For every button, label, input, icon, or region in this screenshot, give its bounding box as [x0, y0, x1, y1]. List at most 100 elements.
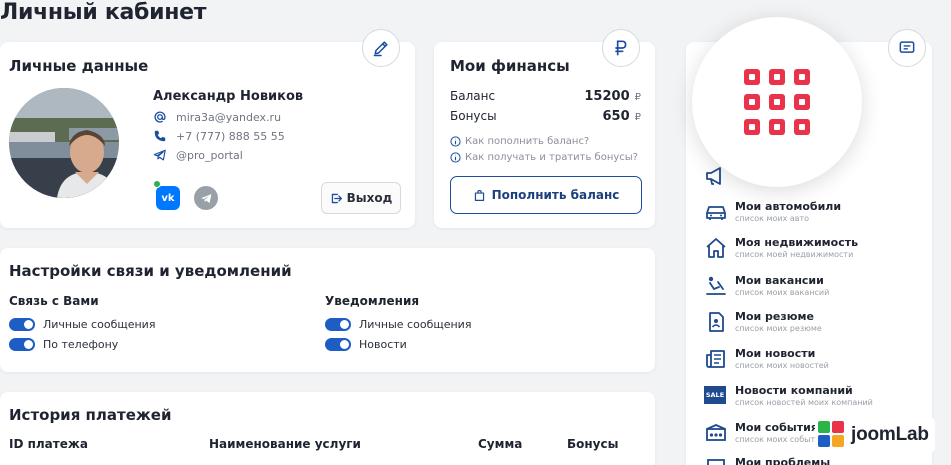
brand-watermark: joomLab: [815, 418, 935, 452]
toggle-contact-messages[interactable]: Личные сообщения: [9, 318, 155, 331]
bag-icon: [474, 189, 484, 201]
phone-text[interactable]: +7 (777) 888 55 55: [176, 130, 285, 143]
at-icon: [154, 111, 166, 123]
logout-button[interactable]: Выход: [321, 182, 401, 214]
menu-item-title: Мои проблемы: [735, 456, 831, 465]
worker-icon: [706, 276, 726, 295]
menu-item-news[interactable]: Мои новости список моих новостей: [704, 347, 829, 371]
menu-item-subtitle: список моих новостей: [735, 361, 829, 370]
contact-column-title: Связь с Вами: [9, 294, 99, 308]
menu-item-vacancies[interactable]: Мои вакансии список моих вакансий: [704, 274, 829, 298]
currency-sign: ₽: [634, 112, 641, 123]
finance-card: Мои финансы Баланс 15200 ₽ Бонусы 650 ₽ Ка…: [434, 29, 655, 228]
problem-icon: [707, 459, 725, 465]
page-title: Личный кабинет: [0, 0, 207, 25]
bonus-value: 650: [602, 109, 630, 124]
pen-icon: [373, 41, 388, 57]
topup-balance-button[interactable]: Пополнить баланс: [450, 176, 642, 214]
menu-item-events[interactable]: Мои события список моих событий: [704, 421, 826, 445]
balance-value: 15200: [584, 89, 630, 104]
notify-column-title: Уведомления: [325, 294, 420, 308]
apps-grid-icon: [744, 69, 810, 135]
payments-history-card: История платежей ID платежа Наименование…: [0, 392, 655, 465]
menu-item-problems[interactable]: Мои проблемы: [704, 456, 830, 465]
edit-profile-button[interactable]: [362, 29, 400, 67]
bonus-help-link[interactable]: Как получать и тратить бонусы?: [450, 152, 638, 163]
menu-item-realty[interactable]: Моя недвижимость список моей недвижимости: [704, 236, 858, 260]
menu-item-subtitle: список моих вакансий: [735, 288, 830, 297]
bonus-label: Бонусы: [450, 109, 497, 123]
finance-title: Мои финансы: [450, 57, 570, 75]
notification-settings-card: Настройки связи и уведомлений Связь с Ва…: [0, 248, 655, 372]
menu-item-subtitle: список моих событий: [735, 435, 826, 444]
menu-item-title: Мои автомобили: [735, 200, 842, 213]
menu-notes-button[interactable]: [888, 29, 926, 67]
menu-item-subtitle: список новостей моих компаний: [735, 398, 873, 407]
topup-help-link[interactable]: Как пополнить баланс?: [450, 136, 589, 147]
phone-icon: [154, 130, 166, 142]
apps-grid-highlight[interactable]: [692, 17, 862, 187]
column-header-bonus[interactable]: Бонусы: [567, 437, 618, 451]
balance-label: Баланс: [450, 89, 496, 103]
column-header-id[interactable]: ID платежа: [9, 437, 88, 451]
telegram-row: @pro_portal: [153, 148, 243, 162]
joomlab-logo-icon: [818, 421, 846, 449]
toggle-notify-news[interactable]: Новости: [325, 338, 407, 351]
bonus-help-text: Как получать и тратить бонусы?: [465, 152, 638, 163]
menu-item-title: Мои вакансии: [735, 274, 824, 287]
toggle-switch[interactable]: [9, 338, 35, 351]
toggle-switch[interactable]: [325, 338, 351, 351]
user-name: Александр Новиков: [153, 89, 304, 104]
menu-item-resumes[interactable]: Мои резюме список моих резюме: [704, 310, 822, 334]
notification-settings-title: Настройки связи и уведомлений: [9, 262, 292, 280]
menu-item-subtitle: список моих авто: [735, 214, 810, 223]
message-icon: [899, 41, 915, 53]
logout-label: Выход: [346, 191, 393, 205]
menu-item-title: Мои резюме: [735, 310, 814, 323]
email-row: mira3a@yandex.ru: [153, 110, 281, 124]
events-icon: [706, 424, 726, 441]
menu-item-title: Мои новости: [735, 347, 816, 360]
telegram-text[interactable]: @pro_portal: [176, 149, 243, 162]
menu-item-title: Моя недвижимость: [735, 236, 859, 249]
toggle-notify-messages[interactable]: Личные сообщения: [325, 318, 471, 331]
toggle-contact-phone[interactable]: По телефону: [9, 338, 118, 351]
menu-item-cars[interactable]: Мои автомобили список моих авто: [704, 200, 841, 224]
telegram-icon: [153, 149, 166, 161]
personal-data-card: Личные данные Александр Новиков mira3a@y…: [0, 29, 415, 228]
phone-row: +7 (777) 888 55 55: [153, 129, 285, 143]
column-header-amount[interactable]: Сумма: [478, 437, 522, 451]
personal-data-title: Личные данные: [9, 57, 149, 75]
news-icon: [706, 350, 725, 368]
avatar: [9, 88, 119, 198]
finance-currency-button[interactable]: [602, 29, 640, 67]
toggle-label: Личные сообщения: [359, 318, 472, 331]
resume-icon: [709, 312, 724, 332]
toggle-label: По телефону: [43, 338, 119, 351]
brand-name: joomLab: [851, 424, 929, 445]
toggle-switch[interactable]: [325, 318, 351, 331]
vk-button[interactable]: vk: [156, 186, 180, 210]
balance-row: Баланс 15200 ₽: [450, 89, 641, 104]
toggle-label: Личные сообщения: [43, 318, 156, 331]
menu-item-subtitle: список моей недвижимости: [735, 250, 854, 259]
column-header-service[interactable]: Наименование услуги: [209, 437, 361, 451]
info-icon: [450, 136, 461, 147]
menu-item-title: Мои события: [735, 421, 818, 434]
menu-item-subtitle: список моих резюме: [735, 324, 822, 333]
menu-item-company-news[interactable]: SALE Новости компаний список новостей мои…: [704, 384, 873, 408]
bonus-row: Бонусы 650 ₽: [450, 109, 641, 124]
logout-icon: [331, 193, 342, 203]
menu-item-title: Новости компаний: [735, 384, 853, 397]
online-status-dot: [153, 180, 161, 188]
payments-history-title: История платежей: [9, 406, 172, 424]
telegram-button[interactable]: [194, 186, 218, 210]
info-icon: [450, 152, 461, 163]
car-icon: [706, 206, 726, 220]
sale-icon: SALE: [704, 386, 726, 404]
ruble-icon: [615, 40, 627, 56]
toggle-label: Новости: [359, 338, 407, 351]
topup-help-text: Как пополнить баланс?: [465, 136, 590, 147]
toggle-switch[interactable]: [9, 318, 35, 331]
email-text[interactable]: mira3a@yandex.ru: [176, 111, 281, 124]
